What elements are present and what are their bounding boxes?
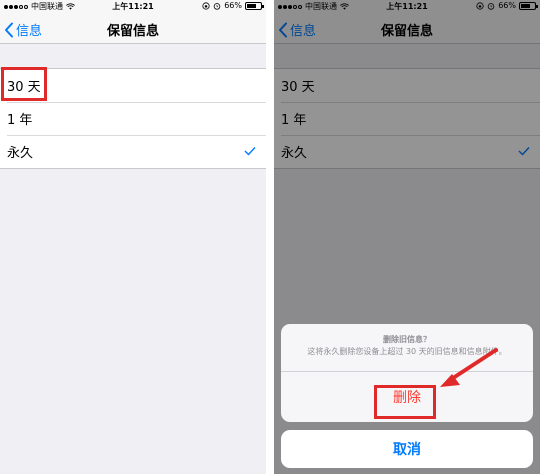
- settings-screen-before: 中国联通 上午11:21 66% 信息 保留信息 30 天 1 年 永久: [0, 0, 266, 474]
- navigation-bar: 信息 保留信息: [0, 12, 266, 44]
- alarm-icon: [213, 2, 221, 10]
- option-label: 1 年: [7, 113, 33, 128]
- option-forever[interactable]: 永久: [0, 135, 266, 168]
- option-1-year[interactable]: 1 年: [0, 102, 266, 135]
- panel-divider: [266, 0, 274, 474]
- checkmark-icon: [244, 147, 256, 156]
- status-right-group: 66%: [202, 1, 264, 10]
- highlight-30-days: [1, 67, 47, 101]
- rotation-lock-icon: [202, 1, 210, 10]
- page-title: 保留信息: [106, 24, 159, 39]
- battery-icon: [245, 1, 264, 10]
- cancel-button[interactable]: 取消: [281, 430, 533, 468]
- red-arrow-icon: [440, 348, 498, 387]
- highlight-delete-button: [374, 385, 436, 419]
- battery-percent: 66%: [224, 1, 242, 10]
- settings-screen-after: 中国联通 上午11:21 66% 信息 保留信息 30 天 1 年 永久 删除旧…: [274, 0, 540, 474]
- option-label: 永久: [7, 146, 34, 161]
- status-bar: 中国联通 上午11:21 66%: [0, 0, 266, 12]
